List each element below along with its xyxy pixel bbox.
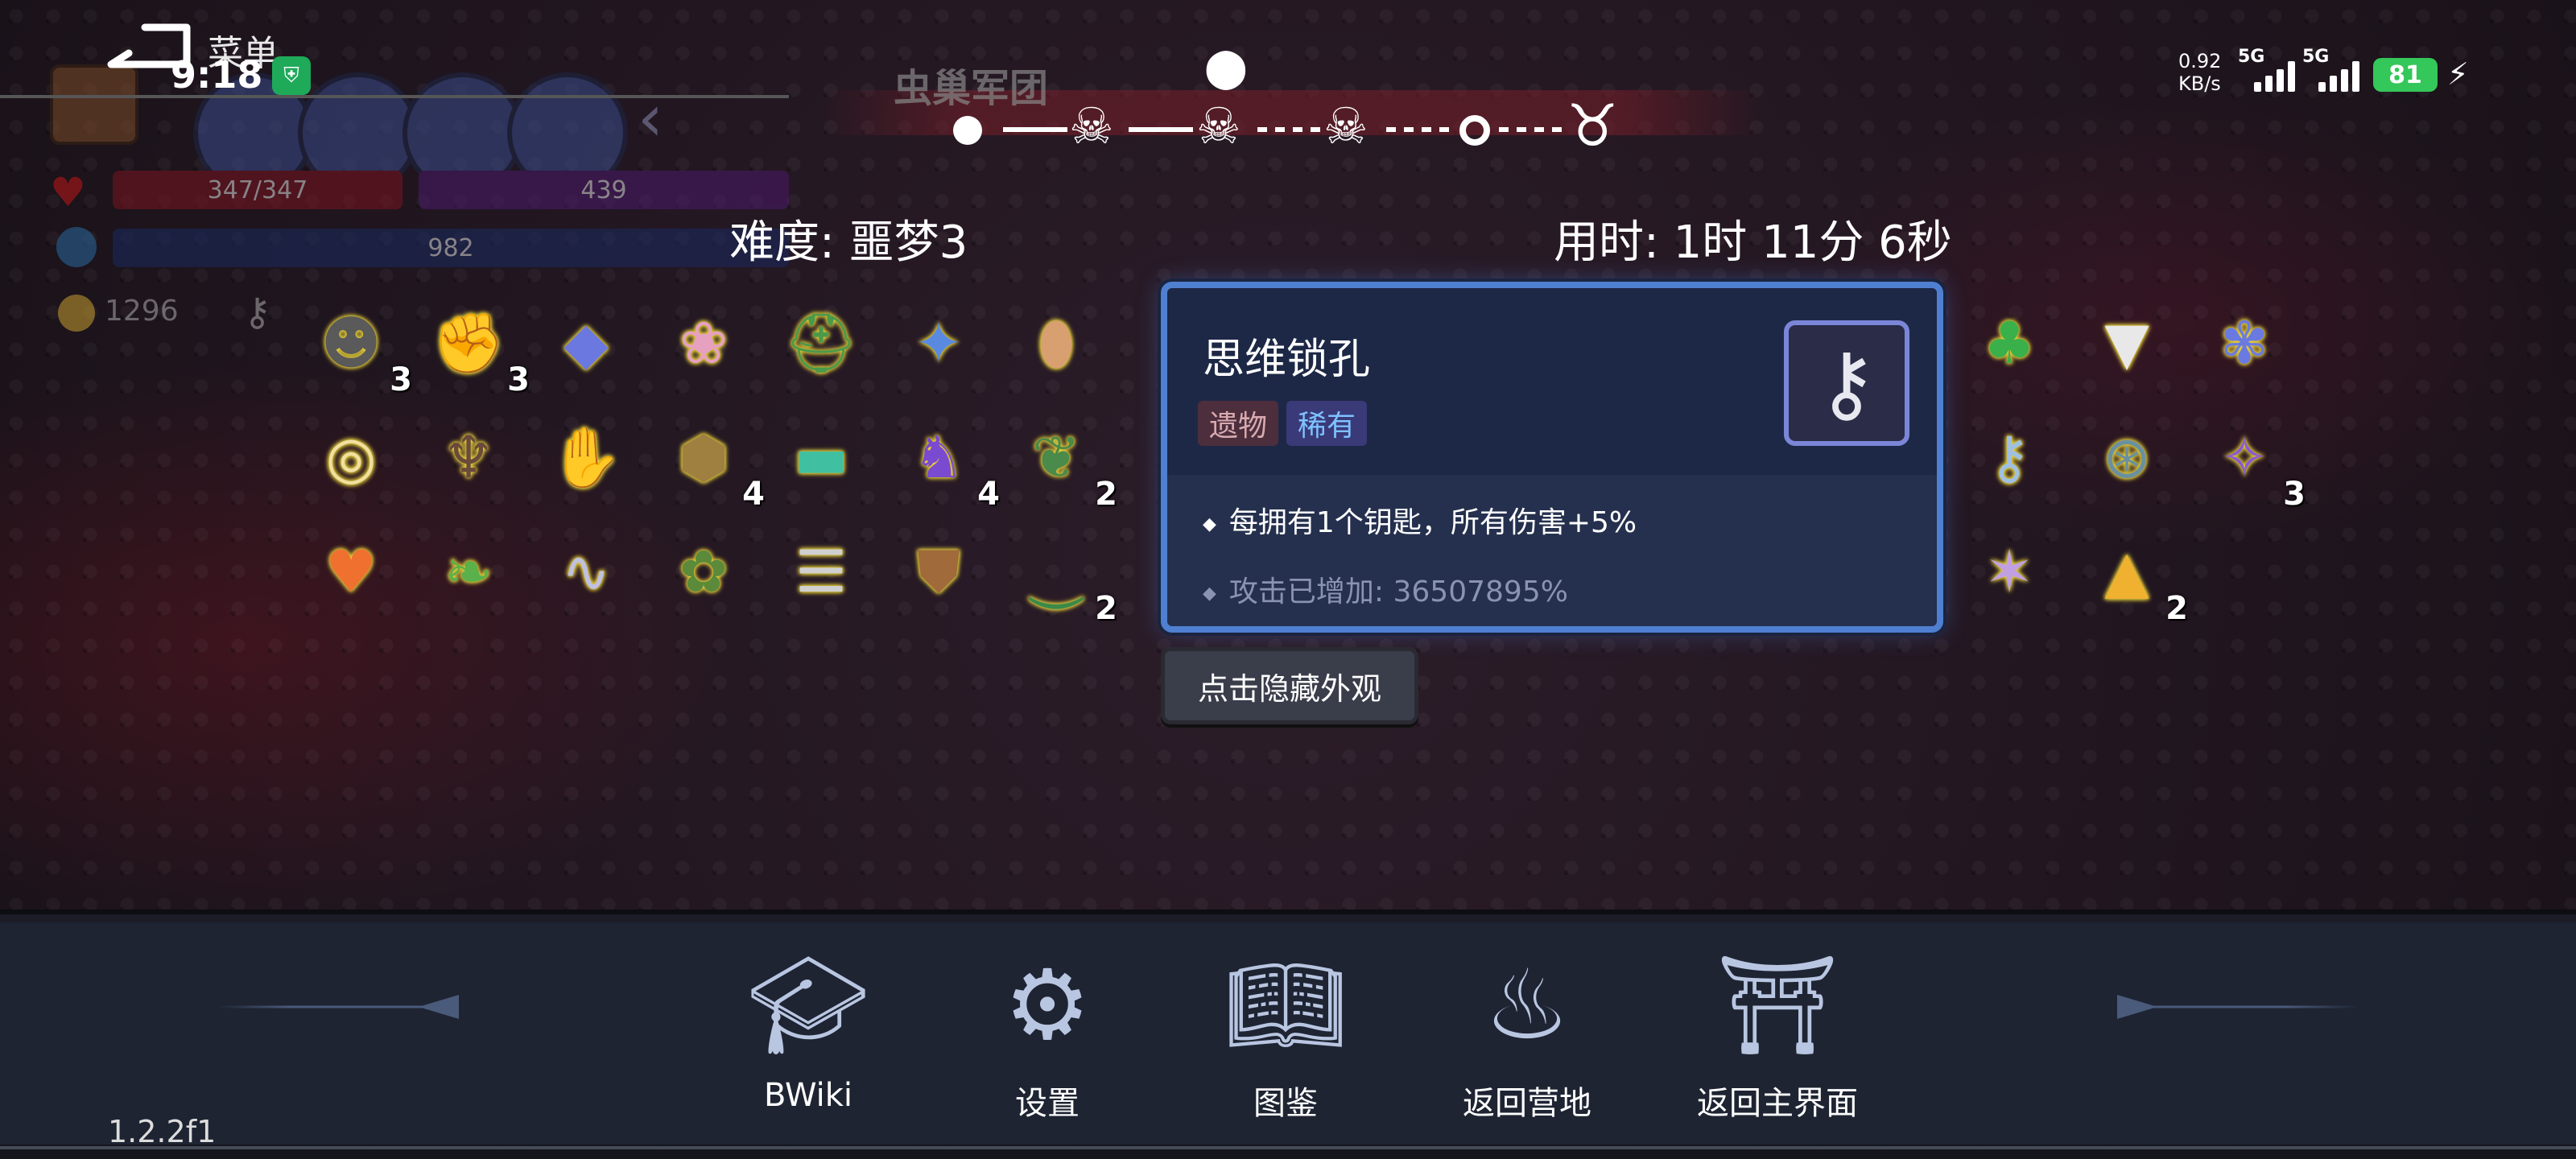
relic-item-fangs[interactable]: ▼	[2079, 295, 2175, 391]
relic-item-ornate-key[interactable]: ⚷	[1961, 409, 2058, 505]
tag-rarity: 稀有	[1286, 401, 1368, 446]
relic-count: 2	[2165, 590, 2188, 627]
version-label: 1.2.2f1	[108, 1114, 217, 1149]
tag-relic: 遗物	[1198, 401, 1279, 446]
settings-label: 设置	[1015, 1085, 1080, 1122]
relic-item-orb-amulet[interactable]: ✦	[890, 295, 987, 391]
candy-corn-icon: ▲	[2104, 538, 2149, 605]
relic-item-glasses[interactable]: ◎	[303, 409, 399, 505]
purple-boot-icon: ♞	[912, 423, 965, 491]
relic-item-heart[interactable]: ♥	[303, 523, 399, 620]
graduation-cap-icon: 🎓︎	[746, 950, 870, 1062]
relic-item-ribcage[interactable]: ☰	[773, 523, 869, 620]
relic-bonus: ◆ 攻击已增加: 36507895%	[1203, 575, 1568, 608]
relic-count: 2	[1095, 590, 1117, 627]
stone-gate-icon: ⛩	[1715, 950, 1839, 1062]
relic-item-gauntlet[interactable]: ✊ 3	[420, 295, 530, 396]
book-icon: 📖︎	[1224, 950, 1348, 1062]
relic-item-rainbow-belt[interactable]: ▬	[773, 409, 869, 505]
relic-item-green-belt[interactable]: ⏝ 2	[1008, 523, 1117, 625]
return-camp-button[interactable]: ♨ 返回营地	[1443, 950, 1612, 1127]
glasses-icon: ◎	[325, 423, 377, 491]
relic-icon-frame: ⚷	[1784, 320, 1909, 446]
divider	[0, 1146, 2576, 1149]
campfire-icon: ♨	[1484, 950, 1571, 1062]
relic-item-claw-glove[interactable]: ✋	[538, 409, 634, 505]
codex-label: 图鉴	[1253, 1085, 1318, 1122]
egg-icon: ⬮	[1038, 309, 1075, 377]
relic-item-compass[interactable]: ⊛	[2079, 409, 2175, 505]
return-camp-label: 返回营地	[1463, 1085, 1591, 1122]
lotus-icon: ✾	[2219, 309, 2269, 377]
shield-charm-icon: ⛊	[916, 538, 960, 605]
compass-icon: ⊛	[2102, 423, 2152, 491]
relic-count: 3	[507, 361, 530, 398]
relic-bonus-text: 攻击已增加: 36507895%	[1228, 575, 1568, 608]
relic-count: 3	[390, 361, 412, 398]
relic-item-dice-box[interactable]: ⬢ 4	[655, 409, 765, 510]
crystal-shard-icon: ✶	[1984, 538, 2034, 605]
relic-item-brain[interactable]: ❀	[655, 295, 752, 391]
relic-item-lotus[interactable]: ✾	[2196, 295, 2293, 391]
brain-icon: ❀	[679, 309, 729, 377]
relic-item-candy-corn[interactable]: ▲ 2	[2079, 523, 2188, 625]
heart-icon: ♥	[324, 538, 378, 605]
relic-tooltip: 思维锁孔 遗物 稀有 ⚷ ◆ 每拥有1个钥匙，所有伤害+5% ◆ 攻击已增加: 36…	[1161, 282, 1943, 633]
relic-count: 4	[742, 476, 765, 513]
ribbon-icon: ∿	[561, 538, 611, 605]
fangs-icon: ▼	[2104, 309, 2149, 377]
bwiki-label: BWiki	[763, 1077, 853, 1114]
hide-appearance-button[interactable]: 点击隐藏外观	[1161, 647, 1418, 724]
codex-button[interactable]: 📖︎ 图鉴	[1224, 950, 1348, 1127]
rainbow-belt-icon: ▬	[793, 423, 849, 491]
orb-amulet-icon: ✦	[914, 309, 964, 377]
claw-glove-icon: ✋	[550, 423, 622, 491]
relic-item-egg[interactable]: ⬮	[1008, 295, 1104, 391]
relic-name: 思维锁孔	[1203, 336, 1371, 384]
gear-icon: ⚙	[1004, 950, 1091, 1062]
bat-wings-icon: ♆	[442, 423, 495, 491]
relic-item-shield-charm[interactable]: ⛊	[890, 523, 987, 620]
relic-effect-text: 每拥有1个钥匙，所有伤害+5%	[1228, 506, 1637, 539]
star-cube-icon: ✧	[2219, 423, 2269, 491]
relic-item-clover[interactable]: ♣	[1961, 295, 2058, 391]
return-main-button[interactable]: ⛩ 返回主界面	[1673, 950, 1882, 1127]
relic-item-leaves[interactable]: ❧	[420, 523, 517, 620]
plague-mask-icon: ☻	[320, 309, 382, 377]
relic-item-carnivorous-plant[interactable]: ✿	[655, 523, 752, 620]
relic-item-star-cube[interactable]: ✧ 3	[2196, 409, 2306, 510]
relic-item-crystal[interactable]: ◆	[538, 295, 634, 391]
bwiki-button[interactable]: 🎓︎ BWiki	[746, 950, 870, 1127]
relic-count: 2	[1095, 476, 1117, 513]
hat-icon: ⛑	[784, 309, 858, 377]
relic-count: 4	[977, 476, 1000, 513]
relic-item-hat[interactable]: ⛑	[773, 295, 869, 391]
clover-icon: ♣	[1983, 309, 2036, 377]
green-belt-icon: ⏝	[1028, 538, 1084, 605]
relic-item-bat-wings[interactable]: ♆	[420, 409, 517, 505]
relic-effect: ◆ 每拥有1个钥匙，所有伤害+5%	[1203, 506, 1637, 539]
relic-item-crystal-shard[interactable]: ✶	[1961, 523, 2058, 620]
relic-item-plague-mask[interactable]: ☻ 3	[303, 295, 412, 396]
leaf-pendant-icon: ❦	[1031, 423, 1081, 491]
relic-item-leaf-pendant[interactable]: ❦ 2	[1008, 409, 1117, 510]
gauntlet-icon: ✊	[432, 309, 505, 377]
relic-item-purple-boot[interactable]: ♞ 4	[890, 409, 1000, 510]
return-main-label: 返回主界面	[1697, 1085, 1858, 1122]
ornate-key-icon: ⚷	[1988, 423, 2031, 491]
key-icon: ⚷	[1815, 334, 1878, 432]
carnivorous-plant-icon: ✿	[679, 538, 729, 605]
ribcage-icon: ☰	[795, 538, 848, 605]
relic-count: 3	[2283, 476, 2306, 513]
leaves-icon: ❧	[444, 538, 493, 605]
relic-item-ribbon[interactable]: ∿	[538, 523, 634, 620]
settings-button[interactable]: ⚙ 设置	[987, 950, 1108, 1127]
dice-box-icon: ⬢	[678, 423, 729, 491]
crystal-icon: ◆	[564, 309, 609, 377]
